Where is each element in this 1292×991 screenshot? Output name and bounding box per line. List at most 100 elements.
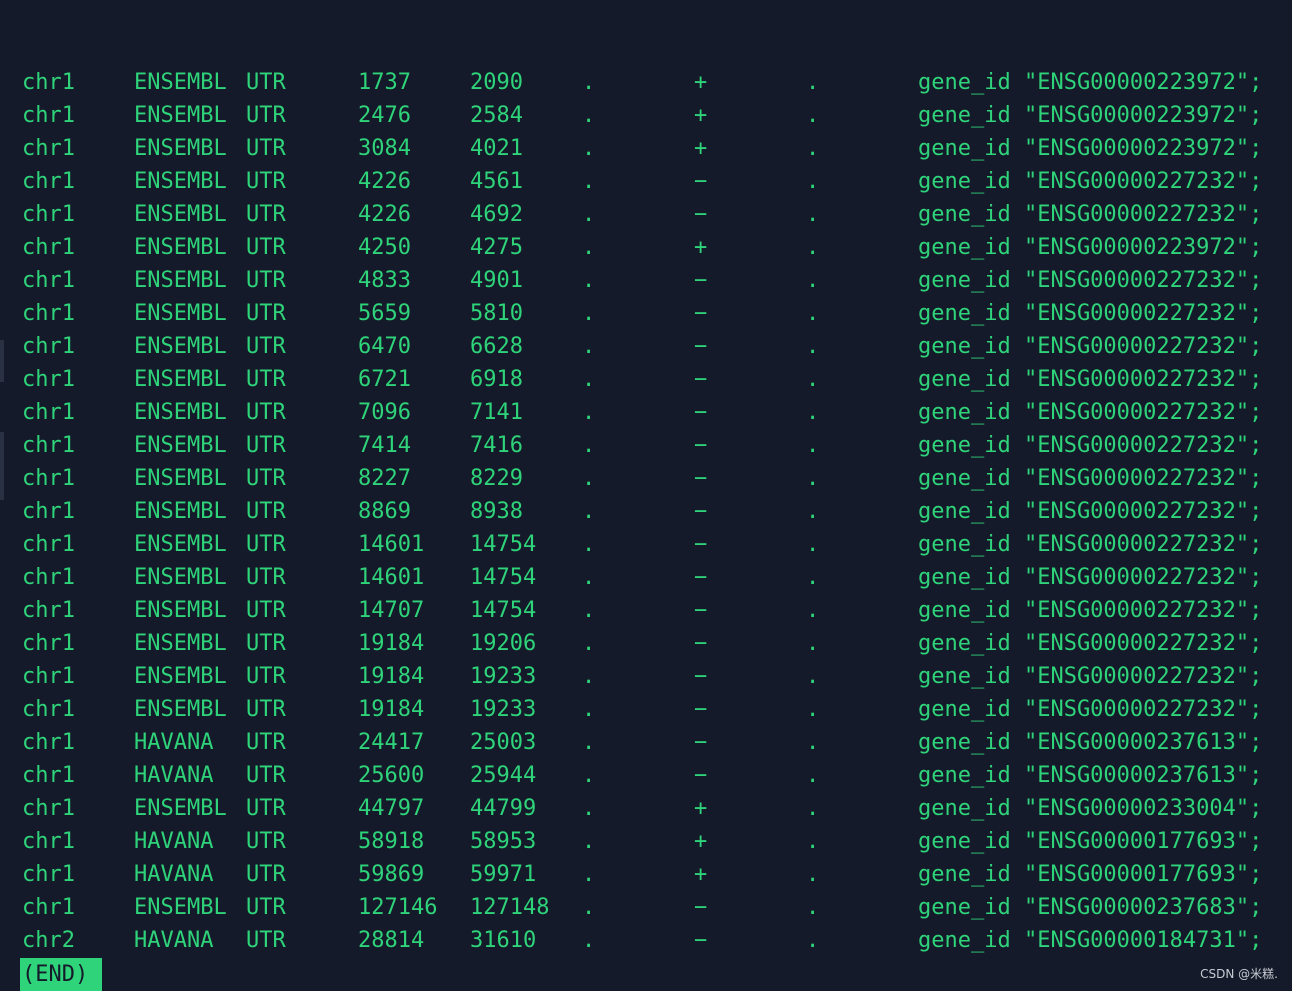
source-cell: ENSEMBL <box>134 70 227 95</box>
seqname-cell: chr1 <box>22 499 75 524</box>
end-cell: 25003 <box>470 730 537 755</box>
end-cell: 59971 <box>470 862 537 887</box>
gtf-row: chr1 ENSEMBL UTR 14707 14754. −. gene_id "ENSG… <box>22 594 1292 627</box>
start-cell: 58918 <box>358 829 425 854</box>
strand-cell: − <box>694 367 708 392</box>
feature-cell: UTR <box>246 664 286 689</box>
source-cell: ENSEMBL <box>134 103 227 128</box>
feature-cell: UTR <box>246 367 286 392</box>
pager-end-marker: (END) <box>20 958 103 991</box>
strand-cell: − <box>694 664 708 689</box>
attribute-cell: gene_id "ENSG00000223972"; <box>918 136 1263 161</box>
gtf-row: chr1 ENSEMBL UTR 7414 7416. −. gene_id "ENSG00… <box>22 429 1292 462</box>
attribute-cell: gene_id "ENSG00000227232"; <box>918 466 1263 491</box>
strand-cell: − <box>694 169 708 194</box>
seqname-cell: chr1 <box>22 664 75 689</box>
terminal-window: chr1 ENSEMBL UTR 1737 2090. +. gene_id "ENSG00… <box>0 0 1292 991</box>
attribute-cell: gene_id "ENSG00000227232"; <box>918 433 1263 458</box>
frame-cell: . <box>806 367 820 392</box>
strand-cell: + <box>694 235 708 260</box>
strand-cell: − <box>694 598 708 623</box>
start-cell: 59869 <box>358 862 425 887</box>
attribute-cell: gene_id "ENSG00000227232"; <box>918 499 1263 524</box>
feature-cell: UTR <box>246 532 286 557</box>
score-cell: . <box>582 532 596 557</box>
feature-cell: UTR <box>246 499 286 524</box>
gtf-row: chr1 ENSEMBL UTR 19184 19233. −. gene_id "ENSG… <box>22 660 1292 693</box>
gtf-row: chr1 ENSEMBL UTR 44797 44799. +. gene_id "ENSG… <box>22 792 1292 825</box>
frame-cell: . <box>806 730 820 755</box>
source-cell: ENSEMBL <box>134 697 227 722</box>
strand-cell: + <box>694 796 708 821</box>
feature-cell: UTR <box>246 268 286 293</box>
seqname-cell: chr1 <box>22 631 75 656</box>
end-cell: 6628 <box>470 334 523 359</box>
frame-cell: . <box>806 136 820 161</box>
attribute-cell: gene_id "ENSG00000227232"; <box>918 169 1263 194</box>
seqname-cell: chr1 <box>22 235 75 260</box>
gtf-row: chr1 HAVANA UTR 59869 59971. +. gene_id "ENSG0… <box>22 858 1292 891</box>
seqname-cell: chr1 <box>22 763 75 788</box>
feature-cell: UTR <box>246 334 286 359</box>
score-cell: . <box>582 697 596 722</box>
source-cell: ENSEMBL <box>134 598 227 623</box>
source-cell: ENSEMBL <box>134 895 227 920</box>
attribute-cell: gene_id "ENSG00000184731"; <box>918 928 1263 953</box>
start-cell: 8227 <box>358 466 411 491</box>
gtf-row: chr1 HAVANA UTR 24417 25003. −. gene_id "ENSG0… <box>22 726 1292 759</box>
score-cell: . <box>582 169 596 194</box>
end-cell: 19206 <box>470 631 537 656</box>
start-cell: 44797 <box>358 796 425 821</box>
start-cell: 2476 <box>358 103 411 128</box>
source-cell: ENSEMBL <box>134 400 227 425</box>
attribute-cell: gene_id "ENSG00000237613"; <box>918 763 1263 788</box>
seqname-cell: chr1 <box>22 169 75 194</box>
end-cell: 14754 <box>470 565 537 590</box>
strand-cell: − <box>694 202 708 227</box>
feature-cell: UTR <box>246 136 286 161</box>
end-cell: 19233 <box>470 697 537 722</box>
strand-cell: − <box>694 928 708 953</box>
frame-cell: . <box>806 631 820 656</box>
gtf-row: chr1 ENSEMBL UTR 14601 14754. −. gene_id "ENSG… <box>22 561 1292 594</box>
frame-cell: . <box>806 103 820 128</box>
end-cell: 4901 <box>470 268 523 293</box>
feature-cell: UTR <box>246 631 286 656</box>
attribute-cell: gene_id "ENSG00000227232"; <box>918 202 1263 227</box>
source-cell: HAVANA <box>134 763 214 788</box>
source-cell: ENSEMBL <box>134 631 227 656</box>
score-cell: . <box>582 730 596 755</box>
frame-cell: . <box>806 334 820 359</box>
attribute-cell: gene_id "ENSG00000227232"; <box>918 664 1263 689</box>
end-cell: 8938 <box>470 499 523 524</box>
start-cell: 4833 <box>358 268 411 293</box>
seqname-cell: chr1 <box>22 334 75 359</box>
gtf-row: chr1 HAVANA UTR 58918 58953. +. gene_id "ENSG0… <box>22 825 1292 858</box>
seqname-cell: chr1 <box>22 598 75 623</box>
feature-cell: UTR <box>246 202 286 227</box>
start-cell: 127146 <box>358 895 438 920</box>
start-cell: 4250 <box>358 235 411 260</box>
strand-cell: − <box>694 631 708 656</box>
score-cell: . <box>582 433 596 458</box>
score-cell: . <box>582 664 596 689</box>
attribute-cell: gene_id "ENSG00000177693"; <box>918 862 1263 887</box>
score-cell: . <box>582 202 596 227</box>
frame-cell: . <box>806 301 820 326</box>
strand-cell: + <box>694 103 708 128</box>
score-cell: . <box>582 928 596 953</box>
end-cell: 44799 <box>470 796 537 821</box>
end-cell: 4561 <box>470 169 523 194</box>
source-cell: ENSEMBL <box>134 169 227 194</box>
score-cell: . <box>582 70 596 95</box>
seqname-cell: chr1 <box>22 829 75 854</box>
frame-cell: . <box>806 202 820 227</box>
seqname-cell: chr1 <box>22 697 75 722</box>
attribute-cell: gene_id "ENSG00000177693"; <box>918 829 1263 854</box>
seqname-cell: chr1 <box>22 895 75 920</box>
start-cell: 6470 <box>358 334 411 359</box>
start-cell: 14601 <box>358 532 425 557</box>
strand-cell: + <box>694 862 708 887</box>
score-cell: . <box>582 895 596 920</box>
feature-cell: UTR <box>246 103 286 128</box>
